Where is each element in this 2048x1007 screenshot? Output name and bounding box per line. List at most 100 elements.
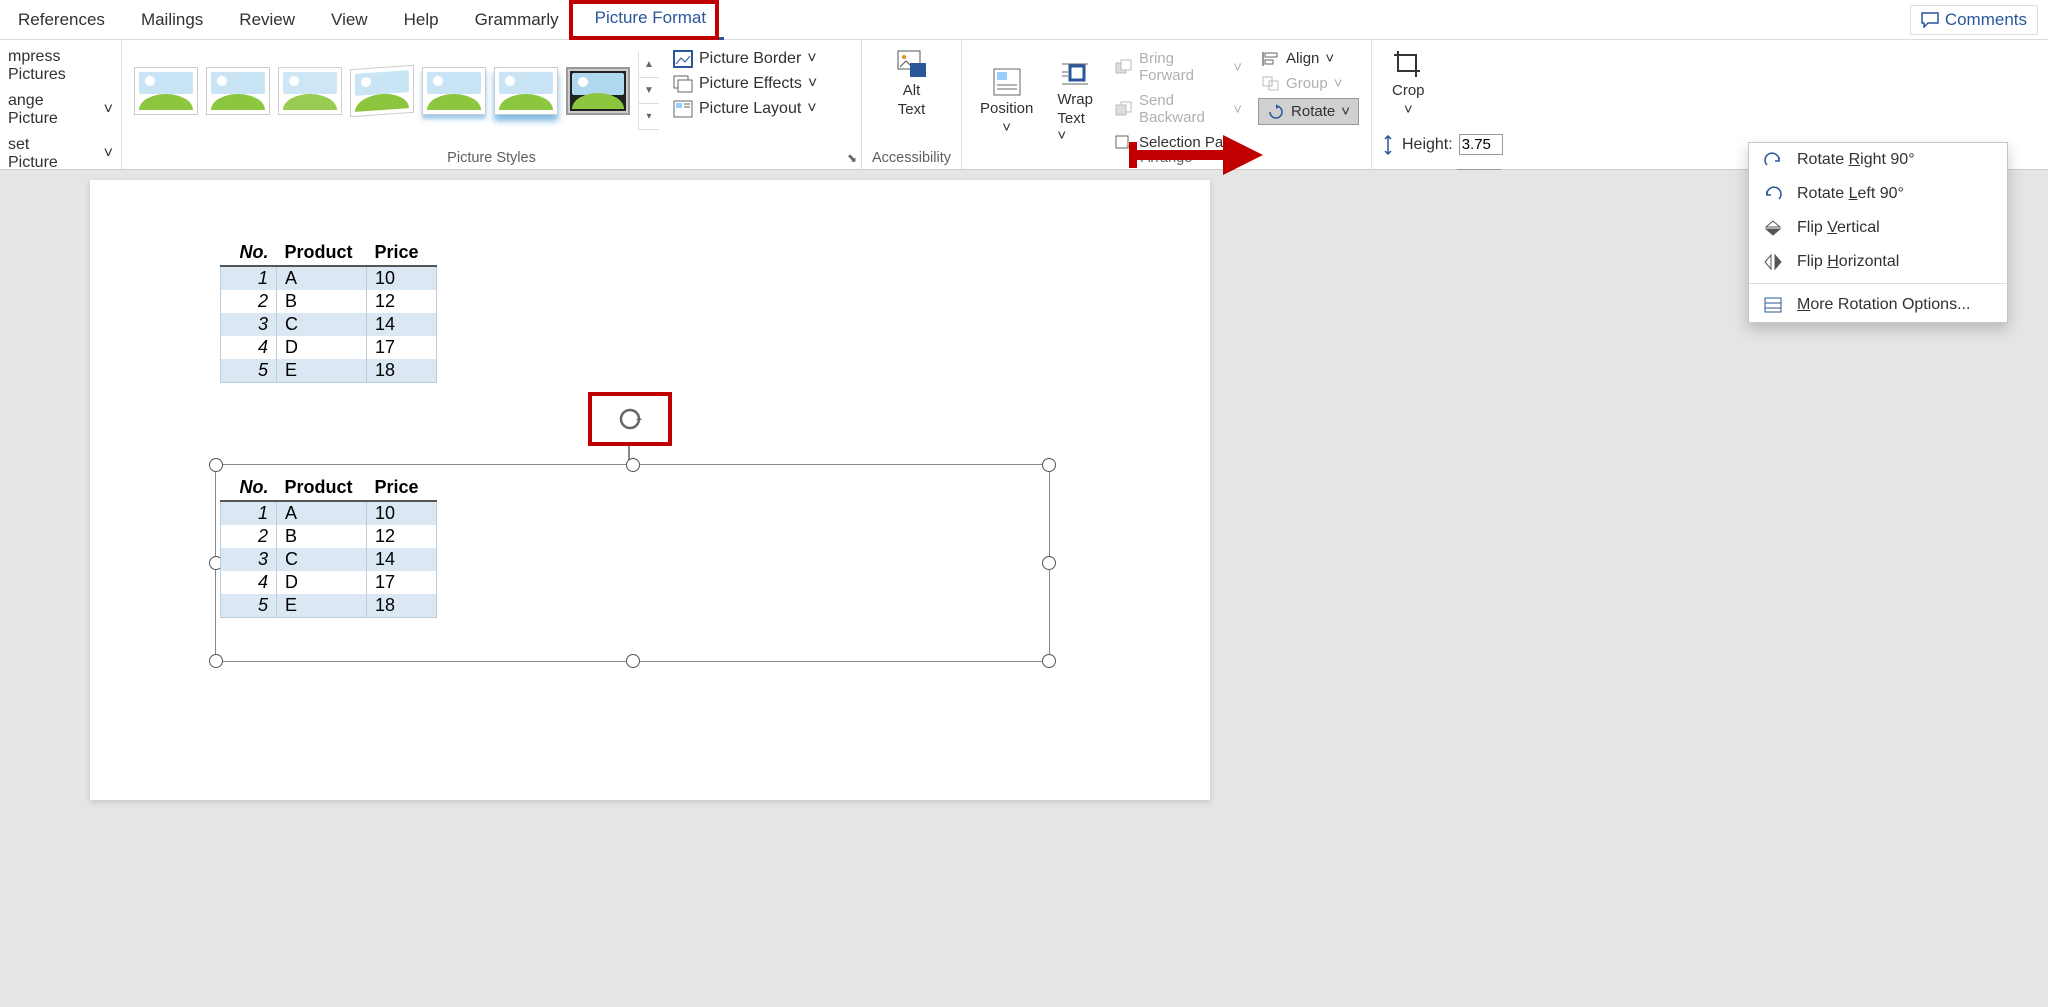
resize-handle-sw[interactable]	[209, 654, 223, 668]
data-table-2: No. Product Price 1A10 2B12 3C14 4D17 5E…	[220, 475, 437, 618]
wrap-text-icon	[1059, 57, 1091, 89]
style-thumb-7[interactable]	[566, 67, 630, 115]
position-button[interactable]: Position ˅	[968, 44, 1045, 157]
picture-layout-button[interactable]: Picture Layout ˅	[669, 98, 821, 120]
annotation-red-arrow	[1128, 130, 1268, 180]
table-row: 4D17	[221, 571, 437, 594]
chevron-down-icon: ˅	[1233, 101, 1242, 118]
picture-style-gallery[interactable]: ▲ ▼ ▾	[128, 44, 665, 138]
resize-handle-n[interactable]	[626, 458, 640, 472]
group-accessibility: Alt Text Accessibility	[862, 40, 962, 169]
flip-vertical-item[interactable]: Flip Vertical	[1749, 211, 2007, 245]
resize-handle-ne[interactable]	[1042, 458, 1056, 472]
comments-button[interactable]: Comments	[1910, 5, 2038, 35]
tab-mailings[interactable]: Mailings	[123, 0, 221, 40]
group-icon	[1262, 76, 1280, 92]
tab-help[interactable]: Help	[386, 0, 457, 40]
data-table-1: No. Product Price 1A10 2B12 3C14 4D17 5E…	[220, 240, 437, 383]
style-thumb-4[interactable]	[350, 65, 414, 117]
picture-layout-icon	[673, 100, 693, 118]
style-thumb-5[interactable]	[422, 67, 486, 115]
comment-icon	[1921, 12, 1939, 28]
crop-icon	[1392, 48, 1424, 80]
chevron-down-icon: ˅	[104, 145, 113, 163]
table-row: 1A10	[221, 501, 437, 525]
alt-text-icon	[896, 48, 928, 80]
table-row: 3C14	[221, 548, 437, 571]
chevron-down-icon: ˅	[1325, 50, 1334, 67]
comments-label: Comments	[1945, 10, 2027, 30]
height-field: Height:	[1380, 134, 1503, 155]
annotation-red-box-rotate-handle	[588, 392, 672, 446]
chevron-down-icon: ˅	[104, 101, 113, 119]
page[interactable]: No. Product Price 1A10 2B12 3C14 4D17 5E…	[90, 180, 1210, 800]
gallery-scroll: ▲ ▼ ▾	[638, 52, 659, 130]
style-thumb-3[interactable]	[278, 67, 342, 115]
picture-effects-button[interactable]: Picture Effects ˅	[669, 73, 821, 95]
resize-handle-s[interactable]	[626, 654, 640, 668]
col-product: Product	[277, 475, 367, 501]
height-input[interactable]	[1459, 134, 1503, 155]
table-row: 1A10	[221, 266, 437, 290]
chevron-down-icon: ˅	[1233, 59, 1242, 76]
picture-border-icon	[673, 50, 693, 68]
col-no: No.	[221, 475, 277, 501]
height-icon	[1380, 135, 1396, 155]
flip-horizontal-item[interactable]: Flip Horizontal	[1749, 245, 2007, 279]
alt-text-button[interactable]: Alt Text	[868, 44, 955, 122]
chevron-down-icon: ˅	[807, 50, 816, 68]
resize-handle-e[interactable]	[1042, 556, 1056, 570]
style-thumb-1[interactable]	[134, 67, 198, 115]
rotate-right-90-item[interactable]: Rotate Right 90°	[1749, 143, 2007, 177]
tab-view[interactable]: View	[313, 0, 386, 40]
picture-border-button[interactable]: Picture Border ˅	[669, 48, 821, 70]
bring-forward-button[interactable]: Bring Forward ˅	[1111, 48, 1246, 86]
crop-button[interactable]: Crop ˅	[1380, 44, 1437, 122]
table-row: 5E18	[221, 359, 437, 383]
chevron-down-icon: ˅	[1334, 75, 1343, 92]
change-picture-button[interactable]: ange Picture˅	[6, 88, 115, 132]
ribbon-tabs: References Mailings Review View Help Gra…	[0, 0, 2048, 40]
tab-references[interactable]: References	[0, 0, 123, 40]
style-thumb-2[interactable]	[206, 67, 270, 115]
position-icon	[991, 66, 1023, 98]
tab-picture-format[interactable]: Picture Format	[577, 0, 724, 40]
more-rotation-options-item[interactable]: More Rotation Options...	[1749, 288, 2007, 322]
rotate-right-icon	[1763, 151, 1783, 169]
chevron-down-icon: ˅	[807, 100, 816, 118]
group-button[interactable]: Group ˅	[1258, 73, 1359, 94]
send-backward-button[interactable]: Send Backward ˅	[1111, 90, 1246, 128]
group-adjust: mpress Pictures ange Picture˅ set Pictur…	[0, 40, 122, 169]
ribbon-content: mpress Pictures ange Picture˅ set Pictur…	[0, 40, 2048, 170]
document-area: No. Product Price 1A10 2B12 3C14 4D17 5E…	[0, 170, 2048, 1007]
chevron-down-icon: ˅	[1057, 127, 1066, 144]
chevron-down-icon: ˅	[1341, 103, 1350, 120]
align-button[interactable]: Align ˅	[1258, 48, 1359, 69]
table-row: 4D17	[221, 336, 437, 359]
group-picture-styles: ▲ ▼ ▾ Picture Border ˅ Picture Effects ˅…	[122, 40, 862, 169]
gallery-down-button[interactable]: ▼	[639, 78, 659, 104]
dialog-launcher-picture-styles[interactable]: ⬊	[847, 151, 857, 165]
rotate-left-90-item[interactable]: Rotate Left 90°	[1749, 177, 2007, 211]
compress-pictures-button[interactable]: mpress Pictures	[6, 44, 115, 88]
gallery-more-button[interactable]: ▾	[639, 104, 659, 130]
gallery-up-button[interactable]: ▲	[639, 52, 659, 78]
more-rotation-icon	[1763, 296, 1783, 314]
col-product: Product	[277, 240, 367, 266]
col-price: Price	[367, 240, 437, 266]
rotate-button[interactable]: Rotate ˅	[1258, 98, 1359, 125]
resize-handle-se[interactable]	[1042, 654, 1056, 668]
col-price: Price	[367, 475, 437, 501]
wrap-text-button[interactable]: Wrap Text ˅	[1045, 44, 1105, 157]
chevron-down-icon: ˅	[1404, 101, 1413, 118]
send-backward-icon	[1115, 101, 1133, 117]
chevron-down-icon: ˅	[1002, 119, 1011, 136]
resize-handle-nw[interactable]	[209, 458, 223, 472]
table-row: 3C14	[221, 313, 437, 336]
chevron-down-icon: ˅	[808, 75, 817, 93]
tab-review[interactable]: Review	[221, 0, 313, 40]
style-thumb-6[interactable]	[494, 67, 558, 115]
tab-grammarly[interactable]: Grammarly	[457, 0, 577, 40]
table-row: 2B12	[221, 290, 437, 313]
rotate-handle-icon[interactable]	[615, 404, 645, 434]
